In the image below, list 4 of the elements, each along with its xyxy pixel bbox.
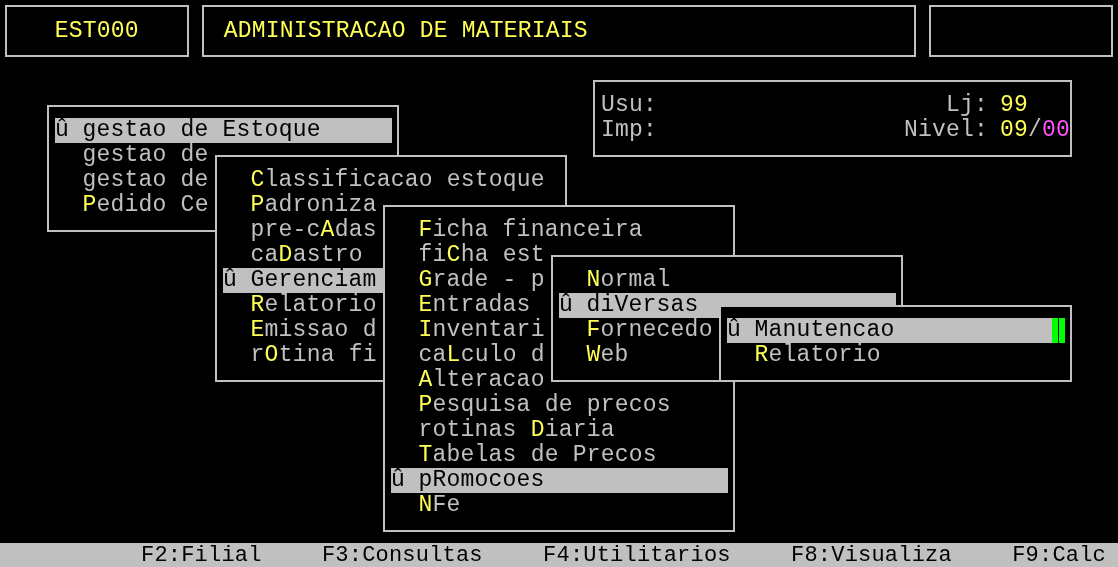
- store-label: Lj:: [946, 91, 988, 119]
- program-title: ADMINISTRACAO DE MATERIAIS: [223, 16, 588, 46]
- level-label: Nivel:: [904, 116, 988, 146]
- program-code: EST000: [54, 16, 139, 46]
